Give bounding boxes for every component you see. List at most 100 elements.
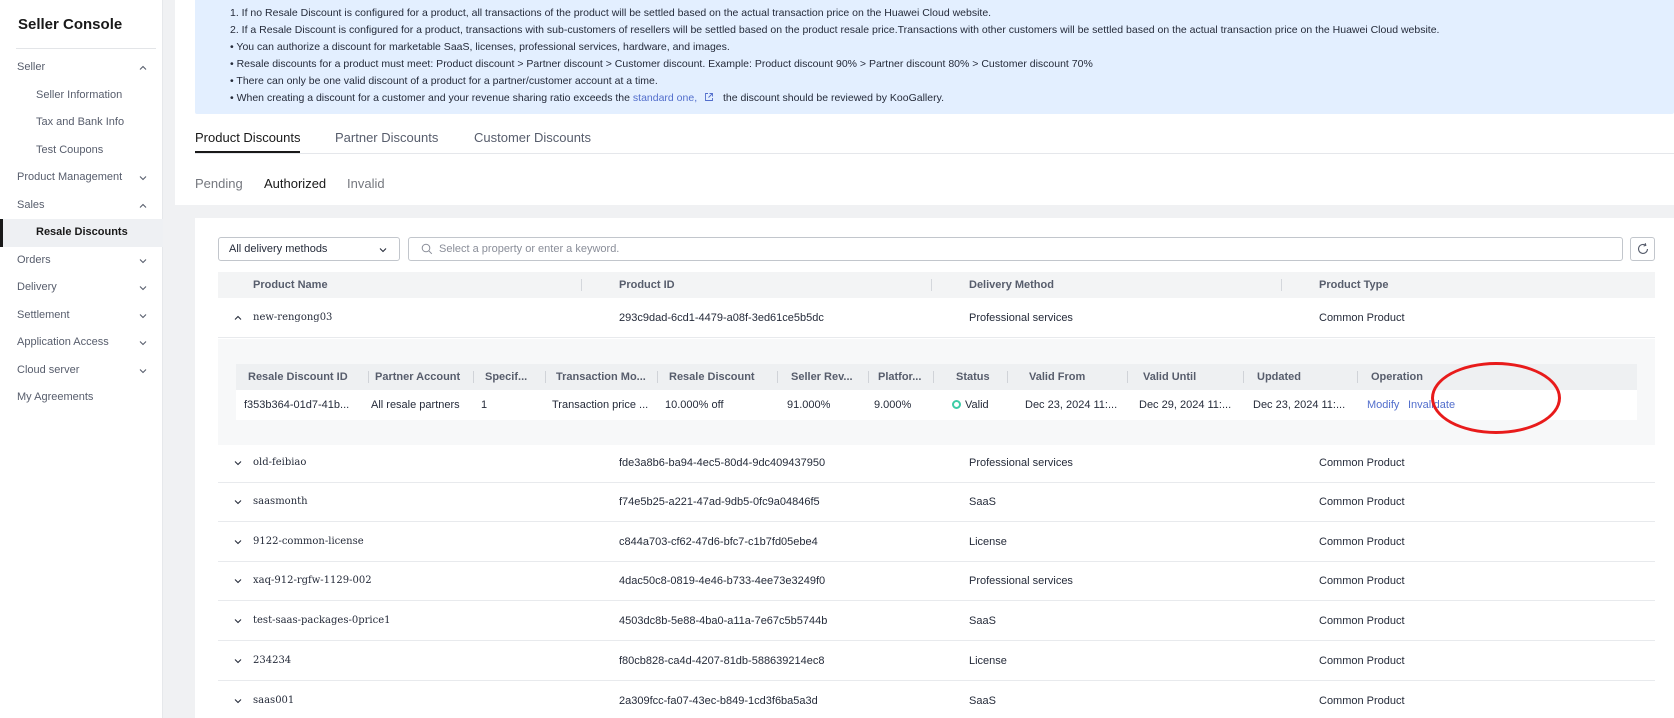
chevron-down-icon [139, 368, 147, 373]
header-product-type: Product Type [1319, 279, 1389, 291]
header-seller-revenue: Seller Rev... [791, 371, 853, 383]
info-notice: 1. If no Resale Discount is configured f… [195, 0, 1674, 114]
column-divider [1281, 279, 1282, 291]
tab-product-discounts[interactable]: Product Discounts [195, 130, 301, 145]
resale-discount-id: f353b364-01d7-41b... [244, 399, 350, 411]
external-link-icon[interactable] [704, 92, 714, 102]
sidebar-item-settlement[interactable]: Settlement [0, 302, 163, 330]
sidebar-item-orders[interactable]: Orders [0, 247, 163, 275]
tab-customer-discounts[interactable]: Customer Discounts [474, 130, 591, 145]
header-platform: Platfor... [878, 371, 922, 383]
sidebar-item-tax-and-bank-info[interactable]: Tax and Bank Info [0, 109, 163, 137]
sidebar-item-product-management[interactable]: Product Management [0, 164, 163, 192]
chevron-down-icon[interactable] [234, 459, 242, 467]
delivery-method: License [969, 655, 1007, 667]
product-name: test-saas-packages-0price1 [253, 615, 391, 626]
page-gutter [163, 0, 175, 718]
table-row[interactable]: 234234 f80cb828-ca4d-4207-81db-588639214… [218, 641, 1655, 681]
sidebar-item-label: Cloud server [17, 363, 80, 376]
sidebar-item-label: Seller [17, 61, 46, 73]
refresh-button[interactable] [1630, 237, 1655, 261]
header-updated: Updated [1257, 371, 1301, 383]
delivery-method: Professional services [969, 457, 1073, 469]
table-row[interactable]: xaq-912-rgfw-1129-002 4dac50c8-0819-4e46… [218, 561, 1655, 601]
status-valid-icon [952, 400, 961, 409]
delivery-method: SaaS [969, 496, 996, 508]
sidebar-item-label: Seller Information [36, 88, 123, 101]
chevron-down-icon[interactable] [234, 498, 242, 506]
resale-discount-detail: Resale Discount ID Partner Account Speci… [218, 339, 1655, 445]
sidebar: Seller Console Seller Seller Information… [0, 0, 163, 718]
product-type: Common Product [1319, 457, 1405, 469]
transaction-mode: Transaction price ... [552, 399, 649, 411]
header-valid-until: Valid Until [1143, 371, 1197, 383]
sidebar-item-label: Sales [17, 198, 45, 211]
refresh-icon [1637, 243, 1649, 254]
search-icon [421, 243, 433, 255]
column-divider [581, 279, 582, 291]
updated-time: Dec 23, 2024 11:... [1253, 399, 1346, 411]
table-row[interactable]: saas001 2a309fcc-fa07-43ec-b849-1cd3f6ba… [218, 681, 1655, 718]
sidebar-item-label: Test Coupons [36, 143, 104, 156]
delivery-method-select[interactable]: All delivery methods [218, 237, 400, 261]
select-value: All delivery methods [229, 243, 328, 255]
chevron-down-icon[interactable] [234, 617, 242, 625]
chevron-down-icon[interactable] [234, 577, 242, 585]
resale-discount: 10.000% off [665, 399, 724, 411]
subtab-invalid[interactable]: Invalid [347, 176, 385, 191]
notice-line: • Resale discounts for a product must me… [230, 58, 1093, 70]
table-row[interactable]: test-saas-packages-0price1 4503dc8b-5e88… [218, 601, 1655, 641]
table-row[interactable]: new-rengong03 293c9dad-6cd1-4479-a08f-3e… [218, 298, 1655, 338]
subtab-pending[interactable]: Pending [195, 176, 243, 191]
chevron-up-icon [139, 203, 147, 208]
chevron-down-icon [139, 341, 147, 346]
sidebar-item-seller[interactable]: Seller [0, 54, 163, 82]
tab-partner-discounts[interactable]: Partner Discounts [335, 130, 438, 145]
notice-text: the discount should be reviewed by KooGa… [722, 92, 944, 104]
active-tab-indicator [195, 151, 300, 153]
chevron-up-icon[interactable] [234, 314, 242, 322]
delivery-method: SaaS [969, 695, 996, 707]
product-name: saas001 [253, 695, 295, 706]
product-id: 293c9dad-6cd1-4479-a08f-3ed61ce5b5dc [619, 312, 824, 324]
sidebar-item-sales[interactable]: Sales [0, 192, 163, 220]
column-divider [1243, 371, 1244, 383]
sidebar-item-application-access[interactable]: Application Access [0, 329, 163, 357]
sidebar-item-cloud-server[interactable]: Cloud server [0, 357, 163, 385]
sidebar-item-label: Settlement [17, 308, 70, 321]
product-id: 2a309fcc-fa07-43ec-b849-1cd3f6ba5a3d [619, 695, 818, 707]
tabs-divider [195, 153, 1674, 154]
subtab-authorized[interactable]: Authorized [264, 176, 326, 191]
table-row[interactable]: old-feibiao fde3a8b6-ba94-4ec5-80d4-9dc4… [218, 443, 1655, 483]
chevron-down-icon[interactable] [234, 538, 242, 546]
sidebar-item-my-agreements[interactable]: My Agreements [0, 384, 163, 412]
products-table-header: Product Name Product ID Delivery Method … [218, 272, 1655, 298]
sidebar-item-test-coupons[interactable]: Test Coupons [0, 137, 163, 165]
console-title: Seller Console [18, 16, 123, 33]
discount-row: f353b364-01d7-41b... All resale partners… [236, 390, 1637, 420]
sidebar-item-delivery[interactable]: Delivery [0, 274, 163, 302]
chevron-down-icon[interactable] [234, 657, 242, 665]
sidebar-item-label: Delivery [17, 281, 57, 293]
invalidate-link[interactable]: Invalidate [1408, 390, 1455, 420]
modify-link[interactable]: Modify [1367, 390, 1399, 420]
product-id: 4503dc8b-5e88-4ba0-a11a-7e67c5b5744b [619, 615, 828, 627]
column-divider [368, 371, 369, 383]
sidebar-item-seller-information[interactable]: Seller Information [0, 82, 163, 110]
column-divider [545, 371, 546, 383]
column-divider [473, 371, 474, 383]
chevron-down-icon [139, 286, 147, 291]
table-row[interactable]: 9122-common-license c844a703-cf62-47d6-b… [218, 522, 1655, 562]
notice-line: 2. If a Resale Discount is configured fo… [230, 24, 1440, 36]
chevron-down-icon[interactable] [234, 697, 242, 705]
discount-table-header: Resale Discount ID Partner Account Speci… [236, 364, 1637, 390]
seller-revenue: 91.000% [787, 399, 831, 411]
sidebar-item-resale-discounts[interactable]: Resale Discounts [0, 219, 163, 247]
standard-ratio-link[interactable]: standard one, [633, 92, 697, 104]
table-row[interactable]: saasmonth f74e5b25-a221-47ad-9db5-0fc9a0… [218, 482, 1655, 522]
notice-line: 1. If no Resale Discount is configured f… [230, 7, 992, 19]
search-input[interactable]: Select a property or enter a keyword. [408, 237, 1623, 261]
header-operation: Operation [1371, 371, 1423, 383]
header-product-name: Product Name [253, 279, 328, 291]
product-type: Common Product [1319, 496, 1405, 508]
